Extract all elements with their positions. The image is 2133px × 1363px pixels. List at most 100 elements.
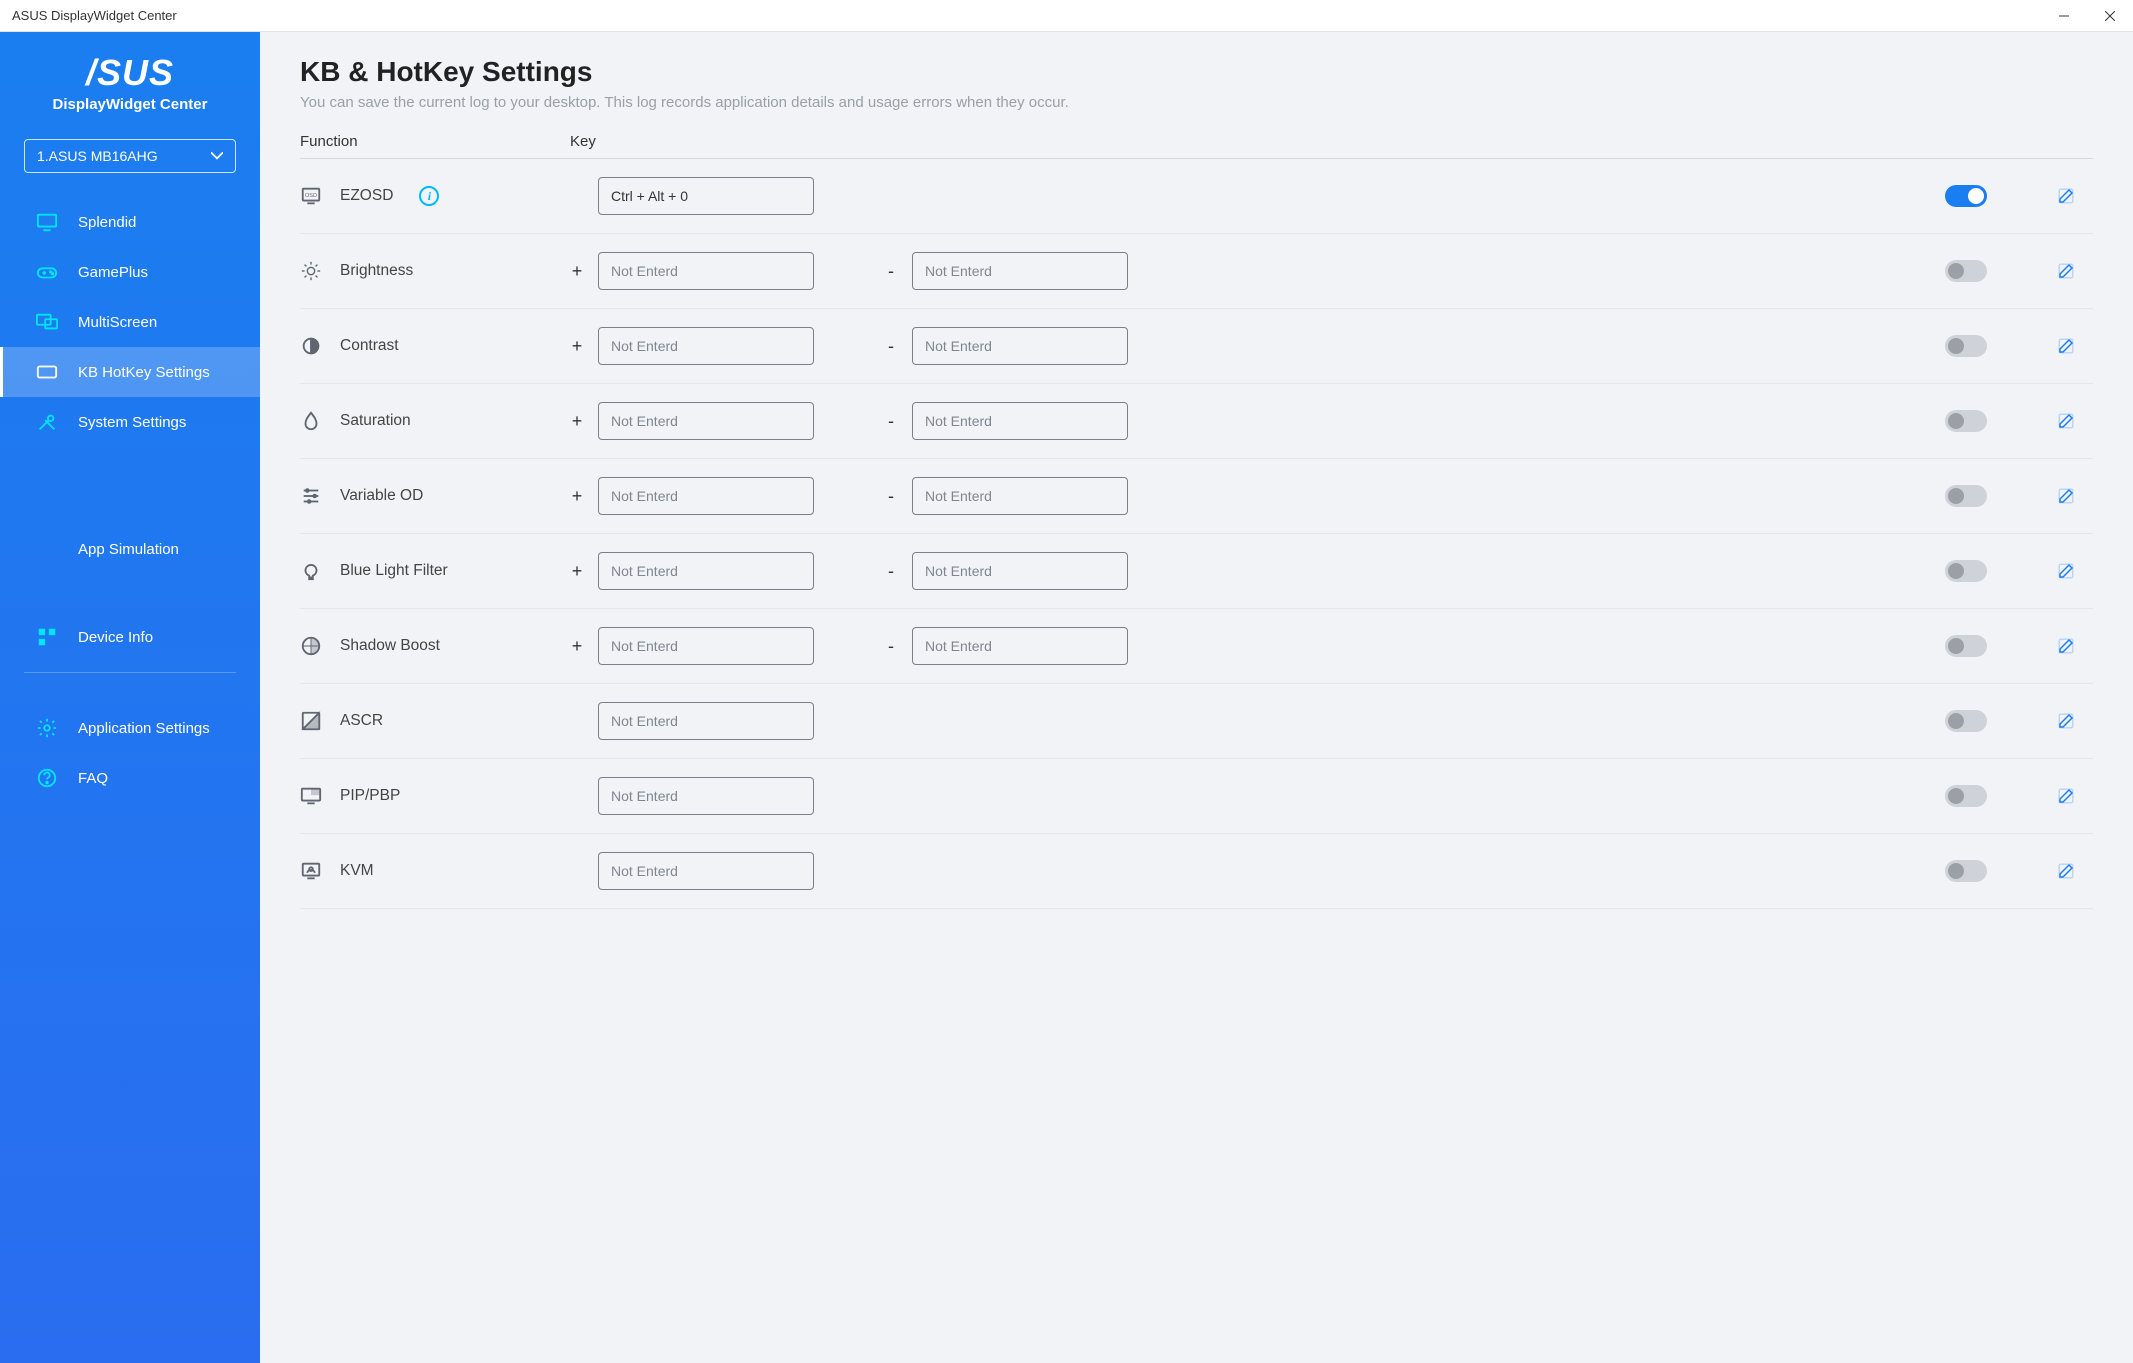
edit-icon[interactable] <box>2057 187 2075 205</box>
plus-sign: + <box>570 261 584 282</box>
function-icon <box>300 410 322 432</box>
row-controls <box>1945 710 2093 732</box>
toggle-switch[interactable] <box>1945 260 1987 282</box>
edit-icon[interactable] <box>2057 637 2075 655</box>
hotkey-row: ASCR <box>300 684 2093 759</box>
function-label: Saturation <box>340 412 411 430</box>
help-icon <box>36 767 58 789</box>
toggle-switch[interactable] <box>1945 635 1987 657</box>
edit-icon[interactable] <box>2057 787 2075 805</box>
row-keys <box>570 702 1945 740</box>
hotkey-input[interactable] <box>598 852 814 890</box>
row-keys: +- <box>570 627 1945 665</box>
hotkey-input[interactable] <box>598 177 814 215</box>
hotkey-input[interactable] <box>598 777 814 815</box>
sidebar-item-kb-hotkey[interactable]: KB HotKey Settings <box>0 347 260 397</box>
sidebar-item-faq[interactable]: FAQ <box>0 753 260 803</box>
toggle-switch[interactable] <box>1945 410 1987 432</box>
hotkey-input-minus[interactable] <box>912 252 1128 290</box>
main-content: KB & HotKey Settings You can save the cu… <box>260 32 2133 1363</box>
hotkey-input-minus[interactable] <box>912 627 1128 665</box>
toggle-switch[interactable] <box>1945 485 1987 507</box>
function-label: ASCR <box>340 712 383 730</box>
row-function: OSD EZOSD i <box>300 185 570 207</box>
edit-icon[interactable] <box>2057 337 2075 355</box>
gamepad-icon <box>36 261 58 283</box>
chevron-down-icon <box>211 150 223 162</box>
toggle-switch[interactable] <box>1945 335 1987 357</box>
hotkey-input-plus[interactable] <box>598 252 814 290</box>
minimize-button[interactable] <box>2041 0 2087 32</box>
function-icon <box>300 785 322 807</box>
row-controls <box>1945 335 2093 357</box>
hotkey-row: Shadow Boost +- <box>300 609 2093 684</box>
edit-icon[interactable] <box>2057 712 2075 730</box>
sidebar-item-application-settings[interactable]: Application Settings <box>0 703 260 753</box>
nav: Splendid GamePlus MultiScreen KB HotKey … <box>0 197 260 823</box>
hotkey-input-minus[interactable] <box>912 477 1128 515</box>
function-label: Brightness <box>340 262 413 280</box>
hotkey-input-plus[interactable] <box>598 552 814 590</box>
sidebar-item-splendid[interactable]: Splendid <box>0 197 260 247</box>
rows-container: OSD EZOSD i Brightness +- Contrast +- Saturatio… <box>300 159 2093 909</box>
edit-icon[interactable] <box>2057 862 2075 880</box>
sidebar-item-device-info[interactable]: Device Info <box>0 612 260 662</box>
function-label: EZOSD <box>340 187 393 205</box>
edit-icon[interactable] <box>2057 262 2075 280</box>
function-icon <box>300 335 322 357</box>
device-select[interactable]: 1.ASUS MB16AHG <box>24 139 236 173</box>
hotkey-input-plus[interactable] <box>598 402 814 440</box>
function-icon <box>300 560 322 582</box>
row-keys: +- <box>570 477 1945 515</box>
row-function: ASCR <box>300 710 570 732</box>
edit-icon[interactable] <box>2057 487 2075 505</box>
toggle-switch[interactable] <box>1945 860 1987 882</box>
function-icon <box>300 260 322 282</box>
sidebar-item-label: FAQ <box>78 770 108 787</box>
svg-text:OSD: OSD <box>305 193 317 199</box>
hotkey-input[interactable] <box>598 702 814 740</box>
hotkey-input-plus[interactable] <box>598 327 814 365</box>
hotkey-row: PIP/PBP <box>300 759 2093 834</box>
toggle-switch[interactable] <box>1945 710 1987 732</box>
edit-icon[interactable] <box>2057 562 2075 580</box>
info-icon[interactable]: i <box>419 186 439 206</box>
hotkey-input-minus[interactable] <box>912 552 1128 590</box>
hotkey-row: Variable OD+- <box>300 459 2093 534</box>
hotkey-input-minus[interactable] <box>912 402 1128 440</box>
sidebar-item-gameplus[interactable]: GamePlus <box>0 247 260 297</box>
sidebar-item-system-settings[interactable]: System Settings <box>0 397 260 447</box>
sidebar-item-multiscreen[interactable]: MultiScreen <box>0 297 260 347</box>
function-label: Shadow Boost <box>340 637 440 655</box>
row-keys: +- <box>570 552 1945 590</box>
logo-text: /SUS <box>20 52 240 94</box>
edit-icon[interactable] <box>2057 412 2075 430</box>
toggle-switch[interactable] <box>1945 785 1987 807</box>
hotkey-input-plus[interactable] <box>598 477 814 515</box>
plus-sign: + <box>570 411 584 432</box>
sidebar-item-app-simulation[interactable]: App Simulation <box>0 527 260 572</box>
function-label: Blue Light Filter <box>340 562 448 580</box>
hotkey-row: Contrast +- <box>300 309 2093 384</box>
function-icon <box>300 710 322 732</box>
hotkey-input-plus[interactable] <box>598 627 814 665</box>
row-keys <box>570 852 1945 890</box>
plus-sign: + <box>570 486 584 507</box>
row-controls <box>1945 860 2093 882</box>
row-function: Blue Light Filter <box>300 560 570 582</box>
sidebar-item-label: App Simulation <box>78 541 179 558</box>
row-controls <box>1945 410 2093 432</box>
sidebar: /SUS DisplayWidget Center 1.ASUS MB16AHG… <box>0 32 260 1363</box>
window-title: ASUS DisplayWidget Center <box>12 8 177 23</box>
keyboard-icon <box>36 361 58 383</box>
close-button[interactable] <box>2087 0 2133 32</box>
function-icon <box>300 635 322 657</box>
row-keys: +- <box>570 327 1945 365</box>
row-keys <box>570 177 1945 215</box>
toggle-switch[interactable] <box>1945 185 1987 207</box>
function-label: Contrast <box>340 337 399 355</box>
sidebar-item-label: GamePlus <box>78 264 148 281</box>
toggle-switch[interactable] <box>1945 560 1987 582</box>
hotkey-input-minus[interactable] <box>912 327 1128 365</box>
row-function: Variable OD <box>300 485 570 507</box>
